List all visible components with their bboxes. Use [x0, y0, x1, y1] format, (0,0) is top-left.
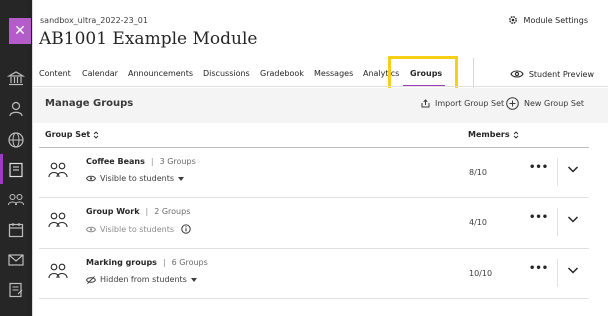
group-icon	[48, 263, 68, 279]
group-set-column-header[interactable]: Group Set	[45, 130, 99, 139]
more-options-button[interactable]: •••	[529, 212, 548, 223]
group-set-name-text: Group Work	[86, 207, 140, 216]
eye-refresh-icon	[510, 70, 524, 78]
visibility-status: Visible to students	[86, 224, 191, 234]
course-panel: sandbox_ultra_2022-23_01 AB1001 Example …	[32, 0, 608, 316]
sort-icon	[93, 130, 99, 139]
rail-active-indicator	[0, 154, 3, 184]
import-icon	[421, 99, 430, 108]
course-id: sandbox_ultra_2022-23_01	[40, 16, 148, 25]
caret-down-icon	[178, 176, 184, 181]
group-set-name-text: Coffee Beans	[86, 157, 145, 166]
tab-gradebook[interactable]: Gradebook	[260, 69, 304, 78]
tab-calendar[interactable]: Calendar	[82, 69, 118, 78]
row-divider	[557, 208, 558, 236]
visibility-dropdown[interactable]: Visible to students	[86, 174, 184, 183]
tab-announcements[interactable]: Announcements	[128, 69, 193, 78]
institution-icon[interactable]	[7, 69, 25, 87]
more-options-button[interactable]: •••	[529, 162, 548, 173]
group-count: 2 Groups	[154, 207, 191, 216]
members-column-header[interactable]: Members	[468, 130, 519, 139]
course-title: AB1001 Example Module	[39, 29, 258, 49]
more-options-button[interactable]: •••	[529, 263, 548, 274]
plus-circle-icon	[506, 97, 519, 110]
manage-groups-title: Manage Groups	[45, 98, 134, 109]
visibility-label: Hidden from students	[100, 275, 187, 284]
separator: |	[145, 207, 149, 216]
group-set-row: Group Work | 2 Groups Visible to students …	[39, 198, 589, 248]
visibility-label: Visible to students	[100, 224, 174, 234]
tab-discussions[interactable]: Discussions	[203, 69, 250, 78]
profile-icon[interactable]	[7, 100, 25, 118]
group-set-name[interactable]: Group Work | 2 Groups	[86, 207, 190, 216]
group-icon	[48, 162, 68, 178]
group-set-row: Coffee Beans | 3 Groups Visible to student…	[39, 148, 589, 198]
groups-icon[interactable]	[7, 191, 25, 209]
group-icon	[48, 212, 68, 228]
new-group-set-button[interactable]: New Group Set	[506, 97, 584, 110]
import-group-set-label: Import Group Set	[435, 99, 505, 108]
row-divider	[557, 259, 558, 287]
group-set-row: Marking groups | 6 Groups Hidden from stud…	[39, 249, 589, 299]
module-settings-button[interactable]: Module Settings	[508, 15, 588, 25]
globe-icon[interactable]	[7, 131, 25, 149]
close-button[interactable]: ✕	[9, 18, 31, 44]
visibility-label: Visible to students	[100, 174, 174, 183]
members-count: 4/10	[469, 218, 487, 227]
tab-messages[interactable]: Messages	[314, 69, 353, 78]
separator: |	[162, 258, 166, 267]
left-navigation-rail	[0, 0, 32, 316]
members-count: 8/10	[469, 168, 487, 177]
chevron-down-icon[interactable]	[567, 214, 579, 224]
group-count: 3 Groups	[159, 157, 196, 166]
members-count: 10/10	[469, 269, 493, 278]
import-group-set-button[interactable]: Import Group Set	[421, 99, 504, 108]
members-column-label: Members	[468, 130, 510, 139]
group-set-name[interactable]: Coffee Beans | 3 Groups	[86, 157, 196, 166]
student-preview-button[interactable]: Student Preview	[510, 69, 594, 79]
group-set-column-label: Group Set	[45, 130, 91, 139]
module-settings-label: Module Settings	[523, 15, 588, 25]
caret-down-icon	[190, 277, 197, 282]
tabs-divider	[33, 86, 608, 87]
calendar-icon[interactable]	[7, 221, 25, 239]
grades-icon[interactable]	[7, 281, 25, 299]
group-set-name-text: Marking groups	[86, 258, 157, 267]
group-set-name[interactable]: Marking groups | 6 Groups	[86, 258, 208, 267]
student-preview-label: Student Preview	[528, 69, 594, 79]
messages-icon[interactable]	[7, 251, 25, 269]
info-icon[interactable]	[181, 224, 191, 234]
row-separator	[39, 298, 589, 299]
row-divider	[557, 158, 558, 186]
visibility-dropdown[interactable]: Hidden from students	[86, 275, 197, 284]
tab-content[interactable]: Content	[39, 69, 71, 78]
eye-icon	[86, 226, 96, 232]
gear-icon	[508, 16, 517, 24]
courses-icon[interactable]	[7, 161, 25, 179]
new-group-set-label: New Group Set	[524, 99, 585, 108]
eye-icon	[86, 175, 96, 182]
eye-slash-icon	[86, 275, 96, 284]
chevron-down-icon[interactable]	[567, 265, 579, 275]
group-count: 6 Groups	[171, 258, 208, 267]
chevron-down-icon[interactable]	[567, 164, 579, 174]
sort-icon	[513, 130, 518, 139]
close-icon: ✕	[14, 23, 26, 39]
separator: |	[150, 157, 154, 166]
